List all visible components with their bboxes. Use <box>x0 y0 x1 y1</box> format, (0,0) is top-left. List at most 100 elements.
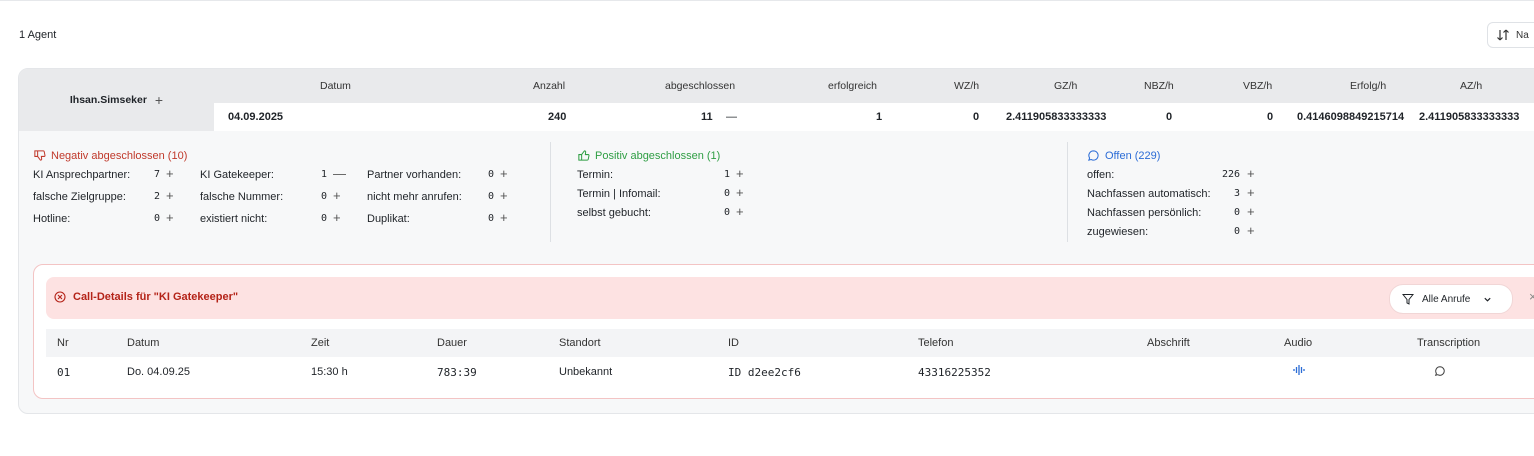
pos-value-selbst-gebucht: 0 <box>724 207 731 218</box>
call-col-transcription: Transcription <box>1417 337 1481 349</box>
call-col-standort: Standort <box>559 337 601 349</box>
neg-add-button[interactable]: + <box>166 189 174 202</box>
call-col-dauer: Dauer <box>437 337 467 349</box>
neg-add-button[interactable]: + <box>166 167 174 180</box>
neg-label-ki-gatekeeper: KI Gatekeeper: <box>200 169 274 181</box>
thumbs-down-icon <box>34 150 46 161</box>
agent-name: Ihsan.Simseker <box>69 94 147 106</box>
neg-value-ki-gatekeeper: 1 <box>321 169 328 180</box>
neg-add-button[interactable]: + <box>166 211 174 224</box>
call-col-zeit: Zeit <box>311 337 330 349</box>
col-header-vbzh: VBZ/h <box>1243 80 1273 92</box>
col-header-gzh: GZ/h <box>1054 80 1078 92</box>
call-details-title-wrap: Call-Details für "KI Gatekeeper" <box>54 291 238 303</box>
pos-label-termin-infomail: Termin | Infomail: <box>577 188 661 200</box>
open-label-nachfassen-automatisch: Nachfassen automatisch: <box>1087 188 1211 200</box>
open-section-title[interactable]: Offen (229) <box>1087 149 1160 162</box>
chat-bubble-icon <box>1088 150 1099 161</box>
agent-count: 1 Agent <box>19 29 57 41</box>
agent-name-cell: Ihsan.Simseker + <box>19 69 214 131</box>
neg-value-existiert-nicht: 0 <box>321 213 328 224</box>
neg-label-ki-ansprechpartner: KI Ansprechpartner: <box>33 169 131 181</box>
value-abgeschlossen: 11 <box>701 111 713 123</box>
call-col-telefon: Telefon <box>918 337 954 349</box>
neg-value-hotline: 0 <box>154 213 161 224</box>
neg-label-falsche-nummer: falsche Nummer: <box>200 191 284 203</box>
pos-add-button[interactable]: + <box>736 186 744 199</box>
neg-add-button[interactable]: + <box>333 211 341 224</box>
open-value-offen: 226 <box>1222 169 1241 180</box>
col-header-nbzh: NBZ/h <box>1144 80 1174 92</box>
neg-label-existiert-nicht: existiert nicht: <box>200 213 268 225</box>
open-add-button[interactable]: + <box>1247 186 1255 199</box>
neg-label-duplikat: Duplikat: <box>367 213 410 225</box>
section-divider <box>550 142 551 242</box>
call-cell-id: ID d2ee2cf6 <box>728 366 801 379</box>
neg-value-duplikat: 0 <box>488 213 495 224</box>
value-gzh: 2.411905833333333 <box>1006 111 1107 123</box>
col-header-erfolgreich: erfolgreich <box>828 80 878 92</box>
thumbs-up-icon <box>578 150 590 161</box>
neg-value-nicht-mehr-anrufen: 0 <box>488 191 495 202</box>
positive-section-title[interactable]: Positiv abgeschlossen (1) <box>577 149 720 162</box>
pos-add-button[interactable]: + <box>736 205 744 218</box>
sort-button[interactable]: Na <box>1487 22 1534 48</box>
close-details-button[interactable]: × <box>1529 289 1534 304</box>
neg-value-partner-vorhanden: 0 <box>488 169 495 180</box>
call-col-nr: Nr <box>57 337 69 349</box>
value-azh: 2.411905833333333 <box>1419 111 1520 123</box>
positive-title: Positiv abgeschlossen (1) <box>595 149 721 162</box>
close-circle-icon <box>54 291 66 303</box>
value-erfolgh: 0.4146098849215714 <box>1297 111 1405 123</box>
audio-wave-icon <box>1293 365 1305 375</box>
open-add-button[interactable]: + <box>1247 224 1255 237</box>
call-cell-dauer: 783:39 <box>437 366 477 379</box>
call-col-id: ID <box>728 337 739 349</box>
audio-play-button[interactable] <box>1293 364 1306 379</box>
neg-add-button[interactable]: + <box>333 189 341 202</box>
neg-value-ki-ansprechpartner: 7 <box>154 169 161 180</box>
neg-label-partner-vorhanden: Partner vorhanden: <box>367 169 462 181</box>
col-header-azh: AZ/h <box>1460 80 1483 92</box>
chevron-down-icon <box>1484 297 1491 302</box>
call-cell-nr: 01 <box>57 366 71 379</box>
call-details-header: Call-Details für "KI Gatekeeper" Alle An… <box>46 277 1534 319</box>
neg-label-falsche-zielgruppe: falsche Zielgruppe: <box>33 191 126 203</box>
stats-header-row: Datum Anzahl abgeschlossen erfolgreich W… <box>214 69 1534 103</box>
value-erfolgreich: 1 <box>876 111 883 123</box>
col-header-datum: Datum <box>320 80 351 92</box>
call-col-abschrift: Abschrift <box>1147 337 1190 349</box>
negative-section-title[interactable]: Negativ abgeschlossen (10) <box>33 149 187 162</box>
open-add-button[interactable]: + <box>1247 205 1255 218</box>
open-title: Offen (229) <box>1105 149 1161 162</box>
sort-label: Na <box>1516 29 1529 41</box>
value-vbzh: 0 <box>1267 111 1274 123</box>
neg-add-button[interactable]: + <box>500 167 508 180</box>
pos-add-button[interactable]: + <box>736 167 744 180</box>
chat-bubble-icon <box>1434 366 1445 377</box>
open-label-zugewiesen: zugewiesen: <box>1087 226 1149 238</box>
open-value-nachfassen-persoenlich: 0 <box>1234 207 1241 218</box>
call-cell-telefon: 43316225352 <box>918 366 991 379</box>
transcription-button[interactable] <box>1434 365 1446 380</box>
value-nbzh: 0 <box>1166 111 1173 123</box>
neg-collapse-button[interactable]: — <box>333 167 346 180</box>
open-add-button[interactable]: + <box>1247 167 1255 180</box>
open-value-nachfassen-automatisch: 3 <box>1234 188 1241 199</box>
pos-label-termin: Termin: <box>577 169 614 181</box>
neg-add-button[interactable]: + <box>500 189 508 202</box>
call-cell-standort: Unbekannt <box>559 366 613 378</box>
call-filter-select[interactable]: Alle Anrufe <box>1389 284 1513 314</box>
expand-agent-button[interactable]: + <box>155 93 163 107</box>
value-anzahl: 240 <box>548 111 567 123</box>
neg-add-button[interactable]: + <box>500 211 508 224</box>
open-label-nachfassen-persoenlich: Nachfassen persönlich: <box>1087 207 1202 219</box>
neg-label-nicht-mehr-anrufen: nicht mehr anrufen: <box>367 191 462 203</box>
section-divider <box>1067 142 1068 242</box>
collapse-abgeschlossen-button[interactable]: — <box>726 111 737 123</box>
top-divider <box>0 0 1534 1</box>
value-datum: 04.09.2025 <box>228 111 284 123</box>
call-col-audio: Audio <box>1284 337 1313 349</box>
neg-value-falsche-zielgruppe: 2 <box>154 191 161 202</box>
pos-value-termin-infomail: 0 <box>724 188 731 199</box>
